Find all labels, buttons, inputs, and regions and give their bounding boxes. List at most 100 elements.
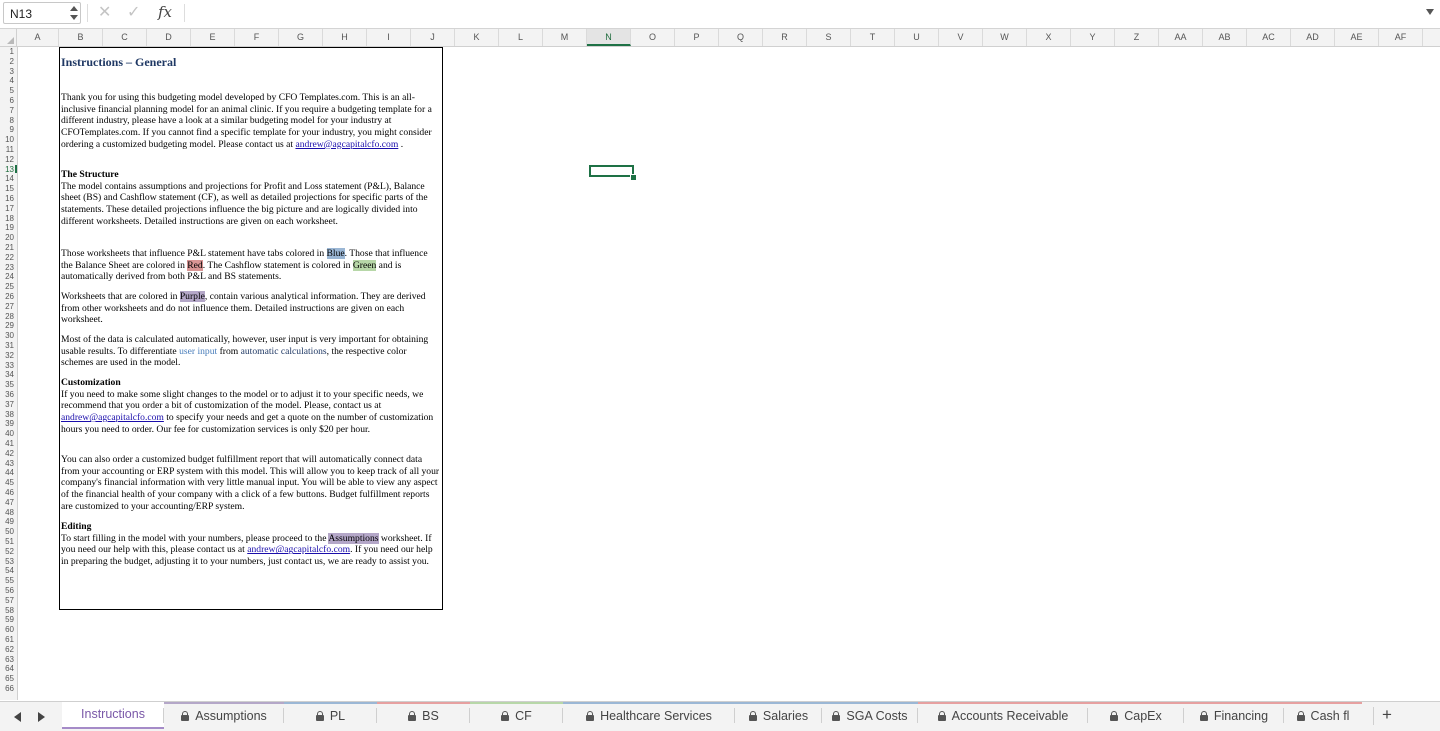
fill-handle[interactable] [630, 174, 637, 181]
row-header-12[interactable]: 12 [0, 155, 14, 164]
row-header-27[interactable]: 27 [0, 302, 14, 311]
row-header-43[interactable]: 43 [0, 459, 14, 468]
column-header-m[interactable]: M [543, 29, 587, 46]
column-header-r[interactable]: R [763, 29, 807, 46]
expand-formula-bar-icon[interactable] [1426, 9, 1434, 15]
row-header-48[interactable]: 48 [0, 508, 14, 517]
row-header-66[interactable]: 66 [0, 685, 14, 693]
row-header-22[interactable]: 22 [0, 253, 14, 262]
instructions-textbox[interactable]: Instructions – General Thank you for usi… [59, 47, 443, 610]
row-header-29[interactable]: 29 [0, 322, 14, 330]
row-header-2[interactable]: 2 [0, 57, 14, 66]
row-header-25[interactable]: 25 [0, 283, 14, 291]
column-header-ae[interactable]: AE [1335, 29, 1379, 46]
row-header-44[interactable]: 44 [0, 469, 14, 477]
row-header-23[interactable]: 23 [0, 263, 14, 272]
row-header-6[interactable]: 6 [0, 97, 14, 105]
row-header-61[interactable]: 61 [0, 636, 14, 644]
row-header-7[interactable]: 7 [0, 106, 14, 115]
column-header-af[interactable]: AF [1379, 29, 1423, 46]
sheet-tab-pl[interactable]: PL [284, 702, 377, 729]
row-header-38[interactable]: 38 [0, 410, 14, 419]
sheet-tab-accounts-receivable[interactable]: Accounts Receivable [918, 702, 1088, 729]
previous-sheet-icon[interactable] [14, 712, 21, 722]
row-header-45[interactable]: 45 [0, 479, 14, 487]
row-header-3[interactable]: 3 [0, 67, 14, 76]
row-header-46[interactable]: 46 [0, 489, 14, 497]
row-header-59[interactable]: 59 [0, 616, 14, 624]
row-header-53[interactable]: 53 [0, 557, 14, 566]
email-link[interactable]: andrew@agcapitalcfo.com [295, 139, 398, 150]
sheet-tab-cf[interactable]: CF [470, 702, 563, 729]
row-header-18[interactable]: 18 [0, 214, 14, 223]
row-header-52[interactable]: 52 [0, 547, 14, 556]
row-header-14[interactable]: 14 [0, 175, 14, 183]
row-header-56[interactable]: 56 [0, 587, 14, 595]
column-header-e[interactable]: E [191, 29, 235, 46]
column-header-z[interactable]: Z [1115, 29, 1159, 46]
row-header-65[interactable]: 65 [0, 675, 14, 683]
row-header-34[interactable]: 34 [0, 371, 14, 379]
sheet-tab-bs[interactable]: BS [377, 702, 470, 729]
row-header-42[interactable]: 42 [0, 449, 14, 458]
column-header-p[interactable]: P [675, 29, 719, 46]
column-header-o[interactable]: O [631, 29, 675, 46]
row-header-24[interactable]: 24 [0, 273, 14, 281]
email-link[interactable]: andrew@agcapitalcfo.com [61, 412, 164, 423]
sheet-tab-cash-fl[interactable]: Cash fl [1284, 702, 1362, 729]
column-header-j[interactable]: J [411, 29, 455, 46]
row-header-9[interactable]: 9 [0, 126, 14, 134]
row-header-51[interactable]: 51 [0, 538, 14, 546]
column-header-q[interactable]: Q [719, 29, 763, 46]
row-header-15[interactable]: 15 [0, 185, 14, 193]
row-header-55[interactable]: 55 [0, 577, 14, 585]
row-header-49[interactable]: 49 [0, 518, 14, 526]
row-header-39[interactable]: 39 [0, 420, 14, 428]
add-sheet-button[interactable]: + [1382, 705, 1392, 725]
row-header-21[interactable]: 21 [0, 244, 14, 252]
sheet-tab-capex[interactable]: CapEx [1088, 702, 1184, 729]
sheet-tab-salaries[interactable]: Salaries [735, 702, 822, 729]
row-header-17[interactable]: 17 [0, 204, 14, 213]
column-header-g[interactable]: G [279, 29, 323, 46]
active-cell-selection[interactable] [589, 165, 634, 177]
column-header-w[interactable]: W [983, 29, 1027, 46]
insert-function-icon[interactable]: fx [158, 3, 172, 21]
row-header-54[interactable]: 54 [0, 567, 14, 575]
column-header-ad[interactable]: AD [1291, 29, 1335, 46]
row-header-19[interactable]: 19 [0, 224, 14, 232]
row-header-36[interactable]: 36 [0, 391, 14, 399]
cancel-icon[interactable]: ✕ [98, 4, 111, 22]
sheet-tab-sga-costs[interactable]: SGA Costs [822, 702, 918, 729]
row-header-11[interactable]: 11 [0, 146, 14, 154]
row-header-60[interactable]: 60 [0, 626, 14, 634]
column-header-u[interactable]: U [895, 29, 939, 46]
row-header-16[interactable]: 16 [0, 195, 14, 203]
row-header-26[interactable]: 26 [0, 293, 14, 301]
column-header-n[interactable]: N [587, 29, 631, 46]
row-header-1[interactable]: 1 [0, 48, 14, 56]
row-header-4[interactable]: 4 [0, 77, 14, 85]
row-header-50[interactable]: 50 [0, 528, 14, 536]
column-header-h[interactable]: H [323, 29, 367, 46]
row-header-32[interactable]: 32 [0, 351, 14, 360]
column-header-f[interactable]: F [235, 29, 279, 46]
row-header-5[interactable]: 5 [0, 87, 14, 95]
row-header-37[interactable]: 37 [0, 400, 14, 409]
column-header-aa[interactable]: AA [1159, 29, 1203, 46]
name-box[interactable]: N13 [3, 2, 81, 24]
next-sheet-icon[interactable] [38, 712, 45, 722]
column-header-v[interactable]: V [939, 29, 983, 46]
sheet-tab-financing[interactable]: Financing [1184, 702, 1284, 729]
row-header-13[interactable]: 13 [0, 165, 14, 174]
row-header-64[interactable]: 64 [0, 665, 14, 673]
row-header-28[interactable]: 28 [0, 312, 14, 321]
column-header-s[interactable]: S [807, 29, 851, 46]
row-header-8[interactable]: 8 [0, 116, 14, 125]
row-header-31[interactable]: 31 [0, 342, 14, 350]
column-header-ab[interactable]: AB [1203, 29, 1247, 46]
row-header-58[interactable]: 58 [0, 606, 14, 615]
sheet-tab-assumptions[interactable]: Assumptions [164, 702, 284, 729]
row-header-47[interactable]: 47 [0, 498, 14, 507]
sheet-tab-healthcare-services[interactable]: Healthcare Services [563, 702, 735, 729]
